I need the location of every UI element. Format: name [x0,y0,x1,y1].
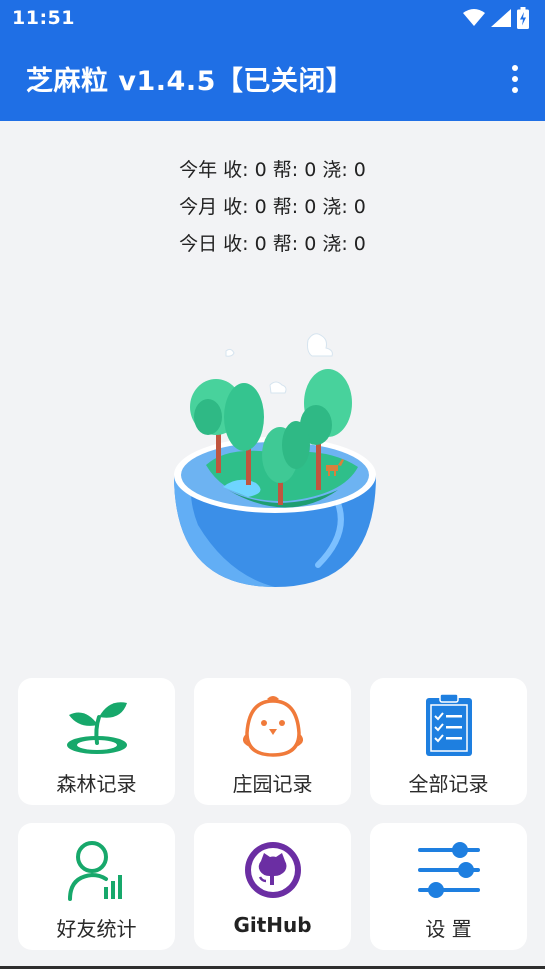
farm-record-label: 庄园记录 [232,772,313,796]
stats-summary: 今年 收: 0 帮: 0 浇: 0 今月 收: 0 帮: 0 浇: 0 今日 收… [0,152,545,263]
github-icon [244,842,301,898]
app-title: 芝麻粒 v1.4.5【已关闭】 [26,66,354,97]
stats-month: 今月 收: 0 帮: 0 浇: 0 [179,196,366,218]
app-bar: 芝麻粒 v1.4.5【已关闭】 [0,36,545,121]
status-time: 11:51 [12,7,75,29]
settings-tile[interactable]: 设 置 [370,823,527,950]
all-record-label: 全部记录 [408,772,489,796]
more-vert-icon[interactable] [503,61,527,97]
system-icons [463,7,529,29]
wifi-icon [463,9,485,26]
status-bar: 11:51 [0,0,545,36]
github-label: GitHub [233,913,312,937]
friend-stats-label: 好友统计 [56,917,137,941]
farm-record-tile[interactable]: 庄园记录 [194,678,351,805]
sliders-icon [417,842,480,898]
forest-record-label: 森林记录 [56,772,137,796]
stats-year: 今年 收: 0 帮: 0 浇: 0 [179,159,366,181]
friend-stats-tile[interactable]: 好友统计 [18,823,175,950]
stats-day: 今日 收: 0 帮: 0 浇: 0 [179,233,366,255]
all-record-tile[interactable]: 全部记录 [370,678,527,805]
forest-bowl-illustration [174,333,376,587]
clipboard-list-icon [425,693,472,756]
github-tile[interactable]: GitHub [194,823,351,950]
forest-record-tile[interactable]: 森林记录 [18,678,175,805]
battery-charging-icon [517,7,529,29]
settings-label: 设 置 [425,917,472,941]
sprout-icon [66,702,127,754]
chick-icon [242,696,303,757]
user-stats-icon [67,841,122,901]
signal-icon [491,9,511,27]
